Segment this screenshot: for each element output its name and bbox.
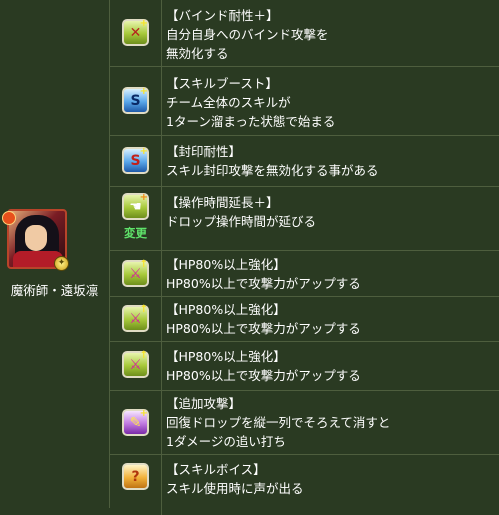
awakening-text: 【HP80%以上強化】 HP80%以上で攻撃力がアップする [166,300,499,338]
awakening-desc: HP80%以上で攻撃力がアップする [166,368,361,383]
icon-cell: ⚔ ↑ [110,251,162,296]
awakening-row: ⚔ ↑ 【HP80%以上強化】 HP80%以上で攻撃力がアップする [110,251,499,297]
awakening-desc: スキル使用時に声が出る [166,481,304,496]
awakening-title: 【操作時間延長＋】 [166,195,279,210]
awakening-row: ? 【スキルボイス】 スキル使用時に声が出る [110,455,499,515]
skill-boost-icon: S + [122,87,149,114]
awakening-title: 【封印耐性】 [166,144,242,159]
icon-cell: ⚔ ↑ [110,342,162,390]
awakening-title: 【HP80%以上強化】 [166,302,286,317]
icon-cell: S + [110,67,162,135]
awakening-text: 【封印耐性】 スキル封印攻撃を無効化する事がある [166,142,499,180]
awakening-text: 【スキルボイス】 スキル使用時に声が出る [166,460,499,498]
awakening-desc: 無効化する [166,46,229,61]
fire-attribute-icon [2,211,16,225]
awakening-row: ☚ + 変更 【操作時間延長＋】 ドロップ操作時間が延びる [110,187,499,251]
hp80-enhance-icon: ⚔ ↑ [122,351,149,378]
awakening-desc: スキル封印攻撃を無効化する事がある [166,163,379,178]
awakening-text: 【HP80%以上強化】 HP80%以上で攻撃力がアップする [166,347,499,385]
skill-voice-icon: ? [122,463,149,490]
awakening-row: ✎ + 【追加攻撃】 回復ドロップを縦一列でそろえて消すと 1ダメージの追い打ち [110,391,499,455]
awakening-desc: HP80%以上で攻撃力がアップする [166,321,361,336]
awakening-title: 【追加攻撃】 [166,396,242,411]
portrait-face [25,225,47,251]
hp80-enhance-icon: ⚔ ↑ [122,260,149,287]
extra-attack-icon: ✎ + [122,409,149,436]
awakening-desc: 自分自身へのバインド攻撃を [166,27,329,42]
awakening-text: 【追加攻撃】 回復ドロップを縦一列でそろえて消すと 1ダメージの追い打ち [166,394,499,451]
hp80-enhance-icon: ⚔ ↑ [122,305,149,332]
bind-resist-icon: ✕ + [122,19,149,46]
awakening-row: ⚔ ↑ 【HP80%以上強化】 HP80%以上で攻撃力がアップする [110,297,499,342]
awakening-desc: 回復ドロップを縦一列でそろえて消すと [166,415,391,430]
awakening-title: 【スキルブースト】 [166,76,278,91]
awakening-row: S + 【封印耐性】 スキル封印攻撃を無効化する事がある [110,136,499,187]
awakening-title: 【HP80%以上強化】 [166,257,286,272]
icon-cell: ✕ + [110,0,162,66]
awakening-title: 【HP80%以上強化】 [166,349,286,364]
icon-cell: S + [110,136,162,186]
awakening-table: ✦ 魔術師・遠坂凛 ✕ + 【バインド耐性＋】 自分自身へのバインド攻撃を 無効化… [0,0,499,515]
awakening-list: ✕ + 【バインド耐性＋】 自分自身へのバインド攻撃を 無効化する S + 【スキル… [110,0,499,515]
awakening-desc: 1ダメージの追い打ち [166,434,286,449]
awakening-desc: HP80%以上で攻撃力がアップする [166,276,361,291]
awakening-row: S + 【スキルブースト】 チーム全体のスキルが 1ターン溜まった状態で始まる [110,67,499,136]
changed-label: 変更 [124,226,147,240]
awakening-row: ⚔ ↑ 【HP80%以上強化】 HP80%以上で攻撃力がアップする [110,342,499,391]
time-extend-plus-icon: ☚ + [122,193,149,220]
awakening-title: 【バインド耐性＋】 [166,8,279,23]
character-name: 魔術師・遠坂凛 [10,283,99,298]
icon-cell: ? [110,455,162,515]
awakening-desc: チーム全体のスキルが [166,95,291,110]
awakening-desc: 1ターン溜まった状態で始まる [166,114,336,129]
light-attribute-icon: ✦ [54,256,69,271]
icon-cell: ⚔ ↑ [110,297,162,341]
awakening-text: 【スキルブースト】 チーム全体のスキルが 1ターン溜まった状態で始まる [166,74,499,131]
icon-cell: ☚ + 変更 [110,187,162,250]
awakening-text: 【操作時間延長＋】 ドロップ操作時間が延びる [166,193,499,231]
awakening-title: 【スキルボイス】 [166,462,266,477]
awakening-text: 【HP80%以上強化】 HP80%以上で攻撃力がアップする [166,255,499,293]
character-column: ✦ 魔術師・遠坂凛 [0,0,110,508]
awakening-row: ✕ + 【バインド耐性＋】 自分自身へのバインド攻撃を 無効化する [110,0,499,67]
seal-resist-icon: S + [122,147,149,174]
awakening-text: 【バインド耐性＋】 自分自身へのバインド攻撃を 無効化する [166,6,499,63]
awakening-desc: ドロップ操作時間が延びる [166,214,317,229]
icon-cell: ✎ + [110,391,162,454]
